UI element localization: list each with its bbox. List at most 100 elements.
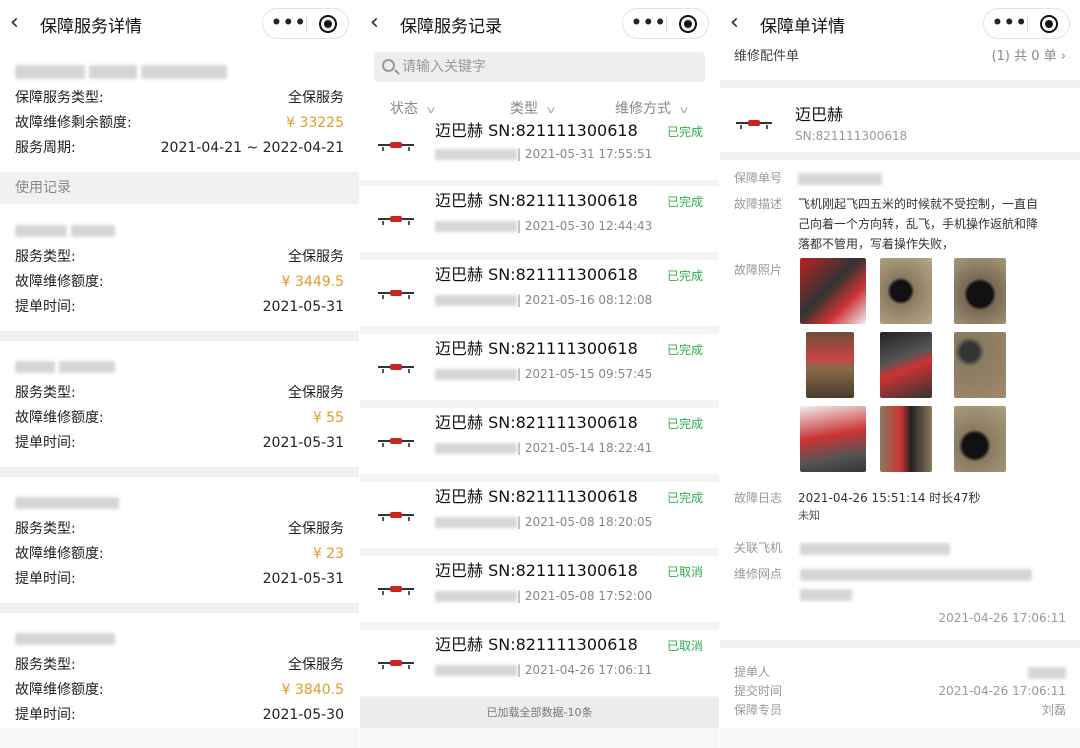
record-type-row: 服务类型: 全保服务 [15, 519, 344, 539]
fault-photo[interactable] [800, 406, 866, 472]
service-type-row: 保障服务类型: 全保服务 [15, 88, 344, 108]
list-item[interactable]: 迈巴赫 SN:821111300618 | 2021-05-15 09:57:4… [360, 334, 719, 400]
row-value: ¥ 3840.5 [281, 682, 344, 698]
more-icon[interactable]: ••• [631, 12, 666, 34]
item-title: 迈巴赫 SN:821111300618 [435, 191, 638, 210]
specialist-value: 刘磊 [1041, 703, 1066, 717]
list-item[interactable]: 迈巴赫 SN:821111300618 | 2021-05-08 18:20:0… [360, 482, 719, 548]
back-icon[interactable]: ‹ [730, 10, 750, 38]
item-time-text: | 2021-05-08 18:20:05 [517, 515, 653, 529]
remaining-quota-row: 故障维修剩余额度: ¥ 33225 [15, 113, 344, 133]
divider [720, 152, 1080, 160]
service-period-row: 服务周期: 2021-04-21 ~ 2022-04-21 [15, 138, 344, 158]
mini-program-capsule: ••• [622, 8, 709, 39]
usage-records-header: 使用记录 [0, 172, 359, 204]
back-icon[interactable]: ‹ [370, 10, 390, 38]
submit-time-value: 2021-04-26 17:06:11 [938, 684, 1066, 698]
status-badge: 已取消 [666, 639, 703, 653]
record-id-blurred [15, 358, 115, 377]
fault-photo[interactable] [800, 258, 866, 324]
navbar: ‹ 保障服务记录 ••• [360, 0, 719, 47]
linked-drone-blurred [800, 540, 950, 559]
search-input[interactable]: 请输入关键字 [374, 52, 705, 82]
record-id-blurred [15, 222, 115, 241]
mini-program-capsule: ••• [983, 8, 1070, 39]
linked-drone-label: 关联飞机 [734, 541, 783, 555]
fault-photo[interactable] [954, 332, 1006, 398]
filter-repair-method[interactable]: 维修方式 v [615, 100, 689, 120]
fault-log-label: 故障日志 [734, 491, 783, 505]
row-label: 故障维修额度: [15, 682, 104, 698]
fault-photo[interactable] [880, 332, 932, 398]
row-label: 保障服务类型: [15, 90, 104, 106]
page-title: 保障单详情 [760, 17, 845, 37]
record-time-row: 提单时间: 2021-05-30 [15, 705, 344, 725]
item-title: 迈巴赫 SN:821111300618 [435, 121, 638, 140]
service-name-blurred [15, 64, 227, 83]
drone-icon [378, 142, 414, 151]
status-badge: 已完成 [666, 491, 703, 505]
row-value: 2021-04-21 ~ 2022-04-21 [160, 140, 344, 156]
filter-label: 状态 [390, 101, 418, 117]
list-item[interactable]: 迈巴赫 SN:821111300618 | 2021-05-31 17:55:5… [360, 121, 719, 180]
service-detail-panel: ‹ 保障服务详情 ••• 保障服务类型: 全保服务 故障维修剩余额度: ¥ 33… [0, 0, 359, 748]
fault-desc-label: 故障描述 [734, 197, 783, 211]
fault-log-value[interactable]: 2021-04-26 15:51:14 时长47秒 [798, 488, 981, 508]
order-detail-panel: ‹ 保障单详情 ••• 维修配件单 (1) 共 0 单 › 迈巴赫 SN:821… [720, 0, 1080, 748]
drone-icon [378, 364, 414, 373]
row-label: 故障维修额度: [15, 546, 104, 562]
row-label: 服务类型: [15, 385, 76, 401]
chevron-down-icon: v [679, 105, 689, 116]
item-time-text: | 2021-05-30 12:44:43 [517, 219, 653, 233]
submit-time-label: 提交时间 [734, 684, 783, 698]
section-title: 使用记录 [15, 180, 71, 196]
list-item[interactable]: 迈巴赫 SN:821111300618 | 2021-05-08 17:52:0… [360, 556, 719, 622]
record-amount-row: 故障维修额度: ¥ 3449.5 [15, 272, 344, 292]
filter-label: 类型 [510, 101, 538, 117]
fault-photo[interactable] [954, 406, 1006, 472]
repair-site-label: 维修网点 [734, 567, 783, 581]
record-type-row: 服务类型: 全保服务 [15, 655, 344, 675]
list-item[interactable]: 迈巴赫 SN:821111300618 | 2021-05-16 08:12:0… [360, 260, 719, 326]
repair-site-blurred [800, 566, 1032, 585]
list-item[interactable]: 迈巴赫 SN:821111300618 | 2021-05-30 12:44:4… [360, 186, 719, 252]
fault-photo[interactable] [954, 258, 1006, 324]
navbar: ‹ 保障单详情 ••• [720, 0, 1080, 47]
system-nav-bar [720, 728, 1080, 748]
row-label: 故障维修剩余额度: [15, 115, 132, 131]
submitter-label: 提单人 [734, 665, 771, 679]
submitter-blurred [1028, 664, 1066, 683]
record-amount-row: 故障维修额度: ¥ 55 [15, 408, 344, 428]
filter-type[interactable]: 类型 v [510, 100, 555, 120]
status-badge: 已完成 [666, 195, 703, 209]
row-label: 提单时间: [15, 571, 76, 587]
more-icon[interactable]: ••• [271, 12, 306, 34]
fault-desc-line-1: 飞机刚起飞四五米的时候就不受控制，一直自 [798, 197, 1039, 211]
list-item[interactable]: 迈巴赫 SN:821111300618 | 2021-05-14 18:22:4… [360, 408, 719, 474]
parts-order-count[interactable]: (1) 共 0 单 › [992, 48, 1066, 66]
close-program-icon[interactable] [319, 15, 337, 33]
row-value: 全保服务 [288, 249, 344, 265]
more-icon[interactable]: ••• [992, 12, 1027, 34]
drone-icon [378, 660, 414, 669]
record-time-row: 提单时间: 2021-05-31 [15, 297, 344, 317]
close-program-icon[interactable] [679, 15, 697, 33]
list-item[interactable]: 迈巴赫 SN:821111300618 | 2021-04-26 17:06:1… [360, 630, 719, 696]
back-icon[interactable]: ‹ [10, 10, 30, 38]
specialist-label: 保障专员 [734, 703, 783, 717]
filter-label: 维修方式 [615, 101, 671, 117]
status-badge: 已取消 [666, 565, 703, 579]
row-label: 提单时间: [15, 435, 76, 451]
page-title: 保障服务详情 [40, 17, 142, 37]
order-no-blurred [798, 170, 882, 189]
close-program-icon[interactable] [1040, 15, 1058, 33]
fault-photo[interactable] [880, 258, 932, 324]
fault-photo[interactable] [806, 332, 854, 398]
load-complete-note: 已加载全部数据-10条 [360, 698, 719, 728]
item-title: 迈巴赫 SN:821111300618 [435, 635, 638, 654]
order-no-label: 保障单号 [734, 171, 783, 185]
fault-photo[interactable] [880, 406, 932, 472]
drone-sn: SN:821111300618 [795, 129, 908, 143]
section-timestamp: 2021-04-26 17:06:11 [938, 611, 1066, 625]
filter-status[interactable]: 状态 v [390, 100, 435, 120]
